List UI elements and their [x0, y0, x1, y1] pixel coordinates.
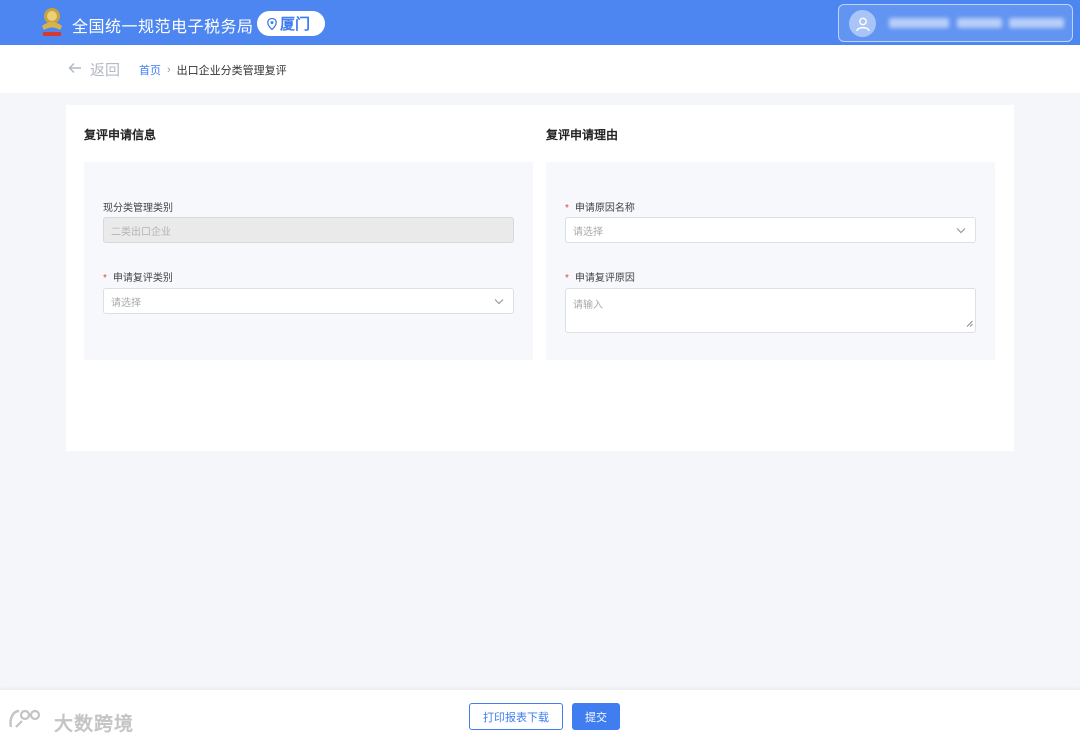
current-category-field: 二类出口企业 — [103, 217, 514, 243]
site-title: 全国统一规范电子税务局 — [72, 19, 254, 36]
submit-button[interactable]: 提交 — [572, 703, 620, 730]
reason-textarea[interactable]: 请输入 — [565, 288, 976, 333]
back-label: 返回 — [90, 62, 121, 79]
reason-name-select[interactable]: 请选择 — [565, 217, 976, 243]
apply-category-label: * 申请复评类别 — [103, 273, 173, 284]
apply-reason-panel: * 申请原因名称 请选择 * 申请复评原因 请输入 — [546, 162, 995, 360]
user-avatar-icon — [849, 10, 876, 37]
action-footer: 打印报表下载 提交 — [0, 690, 1080, 742]
masked-user-info — [1009, 18, 1064, 28]
print-report-button[interactable]: 打印报表下载 — [469, 703, 563, 730]
watermark: 大数跨境 — [8, 707, 134, 737]
user-menu[interactable] — [838, 4, 1073, 42]
reason-name-label: * 申请原因名称 — [565, 203, 635, 214]
chevron-down-icon — [956, 226, 966, 237]
current-category-label: 现分类管理类别 — [103, 203, 173, 214]
section-title-apply-reason: 复评申请理由 — [546, 128, 619, 142]
apply-category-select[interactable]: 请选择 — [103, 288, 514, 314]
masked-user-org — [957, 18, 1002, 28]
breadcrumb: 首页 › 出口企业分类管理复评 — [139, 62, 287, 78]
apply-info-panel: 现分类管理类别 二类出口企业 * 申请复评类别 请选择 — [84, 162, 533, 360]
section-title-apply-info: 复评申请信息 — [84, 128, 157, 142]
breadcrumb-current: 出口企业分类管理复评 — [176, 65, 287, 77]
reason-label: * 申请复评原因 — [565, 273, 635, 284]
watermark-logo-icon — [8, 707, 48, 737]
location-pin-icon — [267, 17, 277, 30]
back-button[interactable]: 返回 — [68, 59, 120, 80]
chevron-down-icon — [494, 297, 504, 308]
watermark-text: 大数跨境 — [54, 713, 135, 735]
top-header: 全国统一规范电子税务局 厦门 — [0, 0, 1080, 45]
breadcrumb-home-link[interactable]: 首页 — [139, 62, 161, 78]
breadcrumb-separator: › — [167, 64, 171, 76]
city-name: 厦门 — [280, 16, 311, 33]
tax-emblem-icon — [38, 6, 66, 40]
city-selector[interactable]: 厦门 — [257, 11, 325, 36]
arrow-left-icon — [68, 61, 82, 79]
resize-handle-icon[interactable] — [966, 319, 973, 330]
masked-user-name — [889, 18, 949, 28]
main-form-card: 复评申请信息 现分类管理类别 二类出口企业 * 申请复评类别 请选择 复评申请理由… — [66, 105, 1014, 451]
breadcrumb-bar: 返回 首页 › 出口企业分类管理复评 — [0, 45, 1080, 93]
